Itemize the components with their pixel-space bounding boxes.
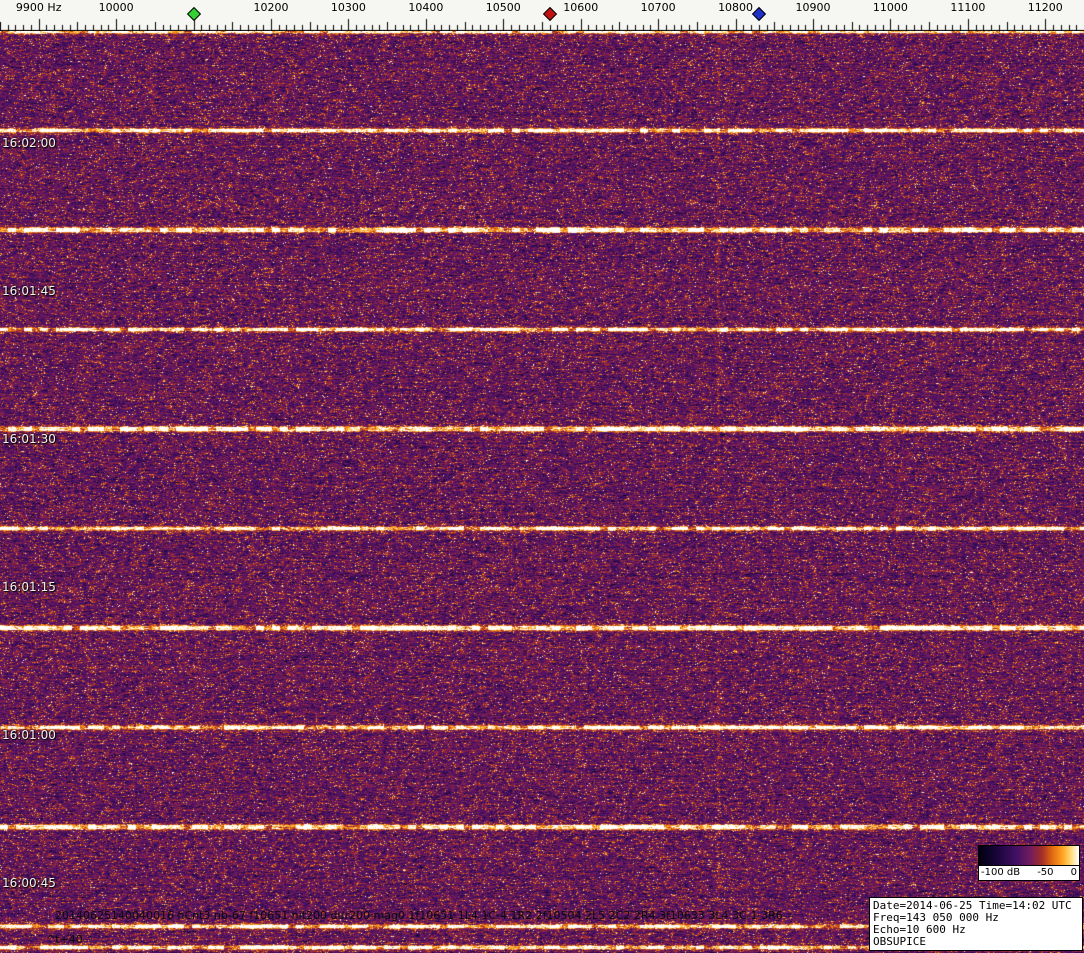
time-label: 16:01:30 (2, 432, 56, 446)
time-label: 16:00:45 (2, 876, 56, 890)
legend-mid-label: -50 (1037, 867, 1054, 878)
freq-tick-label: 10400 (408, 1, 444, 14)
time-label: 16:01:15 (2, 580, 56, 594)
spectrogram-app: 9900 Hz 10000 10200 10300 10400 10500 10600 107… (0, 0, 1084, 953)
freq-tick-label: 10300 (330, 1, 366, 14)
frequency-ruler: 9900 Hz 10000 10200 10300 10400 10500 10600 107… (0, 0, 1084, 31)
freq-tick-label: 10000 (98, 1, 134, 14)
legend-min-label: -100 dB (981, 867, 1021, 878)
time-label: 16:01:45 (2, 284, 56, 298)
freq-tick-label: 10500 (485, 1, 521, 14)
cursor-annotation: ^t+40 (46, 933, 83, 946)
time-label: 16:02:00 (2, 136, 56, 150)
db-color-legend: -100 dB -50 0 (978, 845, 1080, 881)
freq-tick-label: 9900 Hz (15, 1, 62, 14)
db-legend-labels: -100 dB -50 0 (979, 866, 1079, 880)
station-info-box: Date=2014-06-25 Time=14:02 UTC Freq=143 … (869, 897, 1083, 951)
freq-tick-label: 11100 (950, 1, 986, 14)
legend-max-label: 0 (1070, 867, 1077, 878)
freq-tick-label: 10200 (253, 1, 289, 14)
freq-tick-label: 10600 (563, 1, 599, 14)
freq-tick-label: 10900 (795, 1, 831, 14)
db-color-gradient (979, 846, 1079, 866)
detection-log-text: 20140625140040016 hCnt3 nb-67 f10651 hit… (55, 909, 783, 922)
freq-tick-label: 11000 (872, 1, 908, 14)
time-label: 16:01:00 (2, 728, 56, 742)
freq-tick-label: 10800 (718, 1, 754, 14)
info-station-line: OBSUPICE (873, 935, 926, 948)
freq-tick-label: 10700 (640, 1, 676, 14)
frequency-ruler-ticks (0, 0, 1084, 31)
freq-tick-label: 11200 (1027, 1, 1063, 14)
spectrogram-canvas (0, 31, 1084, 953)
